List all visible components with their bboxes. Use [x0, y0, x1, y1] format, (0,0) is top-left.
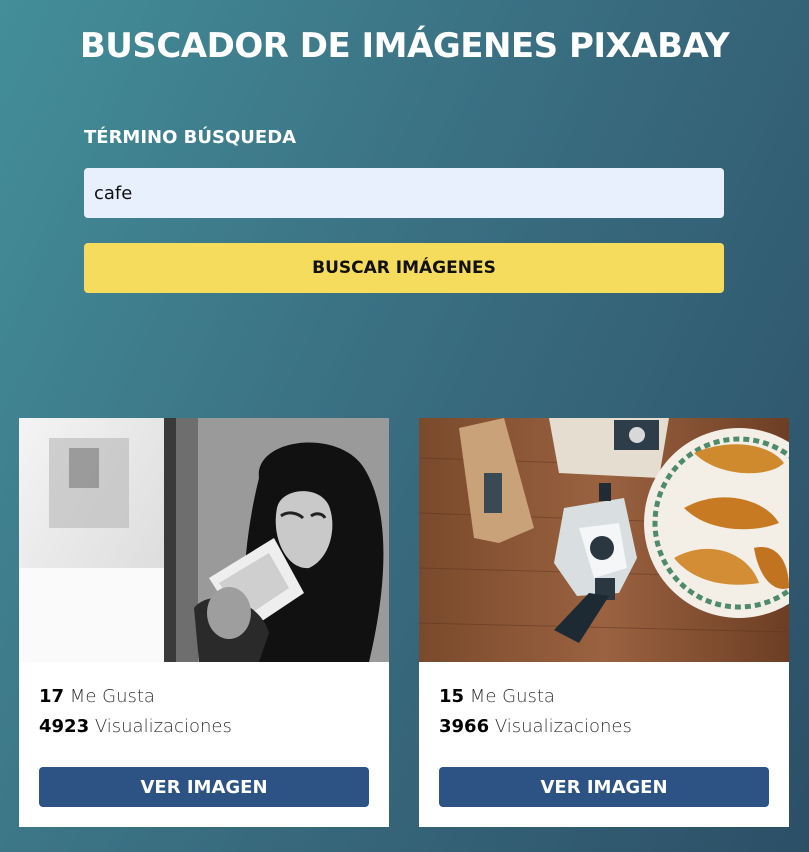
views-label: Visualizaciones [494, 716, 632, 737]
views-stat: 4923 Visualizaciones [39, 716, 232, 737]
result-card: 17 Me Gusta 4923 Visualizaciones VER IMA… [19, 418, 389, 827]
result-image [19, 418, 389, 662]
views-stat: 3966 Visualizaciones [439, 716, 632, 737]
likes-stat: 17 Me Gusta [39, 686, 155, 707]
views-count: 4923 [39, 716, 90, 737]
view-image-button[interactable]: VER IMAGEN [39, 767, 369, 807]
views-label: Visualizaciones [94, 716, 232, 737]
page-title: BUSCADOR DE IMÁGENES PIXABAY [79, 26, 730, 66]
views-count: 3966 [439, 716, 490, 737]
result-image [419, 418, 789, 662]
likes-stat: 15 Me Gusta [439, 686, 555, 707]
likes-label: Me Gusta [469, 686, 555, 707]
search-button[interactable]: BUSCAR IMÁGENES [84, 243, 724, 293]
likes-label: Me Gusta [69, 686, 155, 707]
result-card: 15 Me Gusta 3966 Visualizaciones VER IMA… [419, 418, 789, 827]
view-image-button[interactable]: VER IMAGEN [439, 767, 769, 807]
search-input[interactable] [84, 168, 724, 218]
search-label: TÉRMINO BÚSQUEDA [84, 127, 297, 148]
likes-count: 17 [39, 686, 65, 707]
likes-count: 15 [439, 686, 465, 707]
